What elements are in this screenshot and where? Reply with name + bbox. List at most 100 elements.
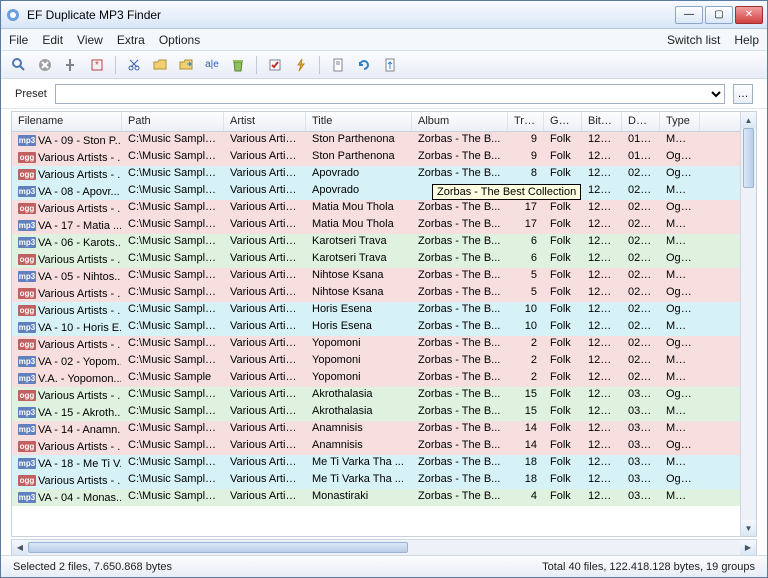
table-row[interactable]: oggVarious Artists - ...C:\Music Sample.… bbox=[12, 302, 740, 319]
minimize-button[interactable]: — bbox=[675, 6, 703, 24]
cell-bitrate: 128 k... bbox=[582, 421, 622, 438]
table-row[interactable]: oggVarious Artists - ...C:\Music Sample.… bbox=[12, 166, 740, 183]
col-bitrate[interactable]: Bitrate bbox=[582, 112, 622, 131]
check-icon[interactable] bbox=[265, 55, 285, 75]
table-row[interactable]: mp3VA - 06 - Karots...C:\Music Sample...… bbox=[12, 234, 740, 251]
cell-album: Zorbas - The B... bbox=[412, 319, 508, 336]
table-row[interactable]: oggVarious Artists - ...C:\Music Sample.… bbox=[12, 285, 740, 302]
table-row[interactable]: mp3VA - 17 - Matia ...C:\Music Sample...… bbox=[12, 217, 740, 234]
cell-path: C:\Music Sample... bbox=[122, 149, 224, 166]
scroll-thumb[interactable] bbox=[743, 128, 754, 188]
cell-artist: Various Artists bbox=[224, 472, 306, 489]
cell-album: Zorbas - The B... bbox=[412, 370, 508, 387]
titlebar[interactable]: EF Duplicate MP3 Finder — ▢ ✕ bbox=[1, 1, 767, 29]
table-row[interactable]: mp3VA - 02 - Yopom...C:\Music Sample...V… bbox=[12, 353, 740, 370]
folder-export-icon[interactable] bbox=[176, 55, 196, 75]
table-row[interactable]: oggVarious Artists - ...C:\Music Sample.… bbox=[12, 387, 740, 404]
cut-icon[interactable] bbox=[124, 55, 144, 75]
maximize-button[interactable]: ▢ bbox=[705, 6, 733, 24]
table-row[interactable]: mp3VA - 09 - Ston P...C:\Music Sample...… bbox=[12, 132, 740, 149]
table-row[interactable]: oggVarious Artists - ...C:\Music Sample.… bbox=[12, 149, 740, 166]
vertical-scrollbar[interactable]: ▲ ▼ bbox=[740, 112, 756, 536]
mp3-icon: mp3 bbox=[18, 424, 36, 435]
export-icon[interactable] bbox=[380, 55, 400, 75]
table-row[interactable]: oggVarious Artists - ...C:\Music Sample.… bbox=[12, 251, 740, 268]
menu-edit[interactable]: Edit bbox=[42, 33, 63, 47]
search-icon[interactable] bbox=[9, 55, 29, 75]
menu-view[interactable]: View bbox=[77, 33, 103, 47]
col-filename[interactable]: Filename bbox=[12, 112, 122, 131]
scroll-up-icon[interactable]: ▲ bbox=[741, 112, 756, 128]
statusbar: Selected 2 files, 7.650.868 bytes Total … bbox=[1, 555, 767, 577]
table-row[interactable]: mp3VA - 05 - Nihtos...C:\Music Sample...… bbox=[12, 268, 740, 285]
document-icon[interactable] bbox=[328, 55, 348, 75]
col-track[interactable]: Track bbox=[508, 112, 544, 131]
hscroll-thumb[interactable] bbox=[28, 542, 408, 553]
col-title[interactable]: Title bbox=[306, 112, 412, 131]
menu-extra[interactable]: Extra bbox=[117, 33, 145, 47]
table-row[interactable]: oggVarious Artists - ...C:\Music Sample.… bbox=[12, 472, 740, 489]
menu-file[interactable]: File bbox=[9, 33, 28, 47]
table-row[interactable]: oggVarious Artists - ...C:\Music Sample.… bbox=[12, 438, 740, 455]
scroll-left-icon[interactable]: ◀ bbox=[12, 540, 28, 555]
col-type[interactable]: Type bbox=[660, 112, 700, 131]
cell-dur: 03:03 bbox=[622, 455, 660, 472]
table-row[interactable]: oggVarious Artists - ...C:\Music Sample.… bbox=[12, 200, 740, 217]
stop-icon[interactable] bbox=[35, 55, 55, 75]
cell-path: C:\Music Sample... bbox=[122, 234, 224, 251]
close-button[interactable]: ✕ bbox=[735, 6, 763, 24]
col-artist[interactable]: Artist bbox=[224, 112, 306, 131]
table-row[interactable]: mp3VA - 15 - Akroth...C:\Music Sample...… bbox=[12, 404, 740, 421]
cell-genre: Folk bbox=[544, 132, 582, 149]
cell-bitrate: 128 k... bbox=[582, 336, 622, 353]
cell-album: Zorbas - The B... bbox=[412, 455, 508, 472]
preset-select[interactable] bbox=[55, 84, 725, 104]
cell-dur: 02:56 bbox=[622, 353, 660, 370]
scroll-right-icon[interactable]: ▶ bbox=[740, 540, 756, 555]
cell-title: Matia Mou Thola bbox=[306, 217, 412, 234]
table-row[interactable]: oggVarious Artists - ...C:\Music Sample.… bbox=[12, 336, 740, 353]
cell-dur: 02:34 bbox=[622, 217, 660, 234]
cell-dur: 02:26 bbox=[622, 183, 660, 200]
table-row[interactable]: mp3VA - 14 - Anamn...C:\Music Sample...V… bbox=[12, 421, 740, 438]
col-path[interactable]: Path bbox=[122, 112, 224, 131]
table-row[interactable]: mp3V.A. - Yopomon...C:\Music SampleVario… bbox=[12, 370, 740, 387]
scroll-down-icon[interactable]: ▼ bbox=[741, 520, 756, 536]
col-genre[interactable]: Genre bbox=[544, 112, 582, 131]
preset-browse-button[interactable]: … bbox=[733, 84, 753, 104]
lightning-icon[interactable] bbox=[291, 55, 311, 75]
cell-path: C:\Music Sample... bbox=[122, 217, 224, 234]
col-dur[interactable]: Dur... bbox=[622, 112, 660, 131]
cell-type: Ogg V bbox=[660, 251, 700, 268]
menu-options[interactable]: Options bbox=[159, 33, 200, 47]
cell-type: MPEG bbox=[660, 268, 700, 285]
menu-switch-list[interactable]: Switch list bbox=[667, 33, 720, 47]
table-row[interactable]: mp3VA - 08 - Apovr...C:\Music Sample...V… bbox=[12, 183, 740, 200]
table-row[interactable]: mp3VA - 04 - Monas...C:\Music Sample...V… bbox=[12, 489, 740, 506]
cell-artist: Various Artists bbox=[224, 438, 306, 455]
refresh-icon[interactable] bbox=[354, 55, 374, 75]
settings-icon[interactable] bbox=[61, 55, 81, 75]
table-row[interactable]: mp3VA - 10 - Horis E...C:\Music Sample..… bbox=[12, 319, 740, 336]
col-album[interactable]: Album bbox=[412, 112, 508, 131]
rename-icon[interactable]: a|e bbox=[202, 55, 222, 75]
table-row[interactable]: mp3VA - 18 - Me Ti V...C:\Music Sample..… bbox=[12, 455, 740, 472]
cell-type: Ogg V bbox=[660, 166, 700, 183]
cell-filename: V.A. - Yopomon... bbox=[38, 373, 122, 385]
cell-genre: Folk bbox=[544, 353, 582, 370]
cell-filename: VA - 09 - Ston P... bbox=[38, 135, 122, 147]
cell-album: Zorbas - The B... bbox=[412, 472, 508, 489]
cell-artist: Various Artists bbox=[224, 302, 306, 319]
delete-icon[interactable] bbox=[228, 55, 248, 75]
mp3-icon: mp3 bbox=[18, 237, 36, 248]
cell-type: Ogg V bbox=[660, 387, 700, 404]
cell-dur: 02:26 bbox=[622, 166, 660, 183]
cell-album: Zorbas - The B... bbox=[412, 268, 508, 285]
menu-help[interactable]: Help bbox=[734, 33, 759, 47]
new-icon[interactable]: * bbox=[87, 55, 107, 75]
cell-type: MPEG bbox=[660, 404, 700, 421]
cell-title: Nihtose Ksana bbox=[306, 268, 412, 285]
cell-path: C:\Music Sample... bbox=[122, 353, 224, 370]
horizontal-scrollbar[interactable]: ◀ ▶ bbox=[11, 539, 757, 555]
folder-open-icon[interactable] bbox=[150, 55, 170, 75]
